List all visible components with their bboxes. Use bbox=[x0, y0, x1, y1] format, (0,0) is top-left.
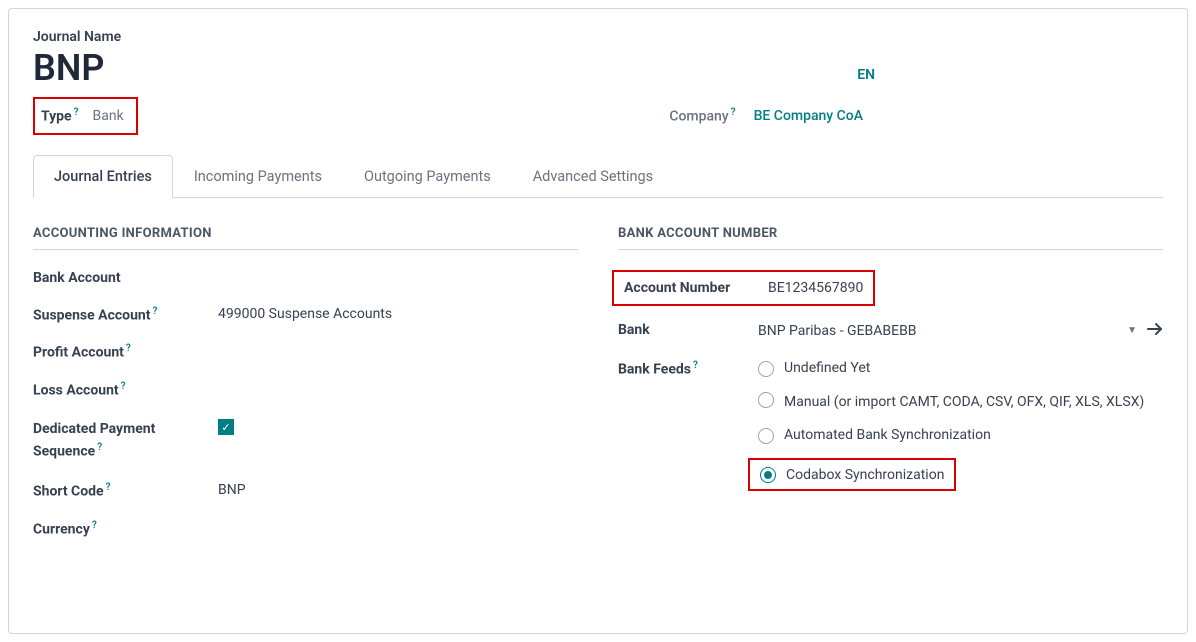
help-icon[interactable]: ? bbox=[693, 360, 698, 371]
type-value[interactable]: Bank bbox=[93, 108, 124, 124]
radio-checked-icon[interactable] bbox=[760, 467, 776, 483]
tab-journal-entries[interactable]: Journal Entries bbox=[33, 155, 173, 198]
help-icon[interactable]: ? bbox=[153, 306, 158, 317]
language-button[interactable]: EN bbox=[857, 67, 875, 83]
bank-row: Bank BNP Paribas - GEBABEBB ▼ bbox=[618, 322, 1163, 340]
radio-label: Automated Bank Synchronization bbox=[784, 427, 991, 443]
suspense-account-value[interactable]: 499000 Suspense Accounts bbox=[218, 306, 392, 322]
account-number-label: Account Number bbox=[624, 280, 768, 296]
radio-icon[interactable] bbox=[758, 392, 774, 408]
journal-name-label: Journal Name bbox=[33, 29, 121, 45]
bank-account-number-title: BANK ACCOUNT NUMBER bbox=[618, 226, 1163, 250]
tab-outgoing-payments[interactable]: Outgoing Payments bbox=[343, 155, 512, 198]
radio-label: Undefined Yet bbox=[784, 360, 870, 376]
profit-account-row: Profit Account? bbox=[33, 343, 578, 361]
radio-codabox-highlight: Codabox Synchronization bbox=[758, 458, 1163, 491]
journal-form: Journal Name BNP EN Type? Bank Company? … bbox=[8, 8, 1188, 634]
loss-account-row: Loss Account? bbox=[33, 381, 578, 399]
journal-name-block: Journal Name BNP bbox=[33, 29, 121, 97]
type-label: Type? bbox=[41, 107, 79, 125]
radio-icon[interactable] bbox=[758, 428, 774, 444]
bank-select[interactable]: BNP Paribas - GEBABEBB ▼ bbox=[758, 322, 1163, 340]
bank-account-label: Bank Account bbox=[33, 270, 218, 286]
suspense-account-label: Suspense Account? bbox=[33, 306, 218, 324]
tabs: Journal Entries Incoming Payments Outgoi… bbox=[33, 155, 1163, 198]
help-icon[interactable]: ? bbox=[106, 482, 111, 493]
short-code-label: Short Code? bbox=[33, 482, 218, 500]
type-field-highlight: Type? Bank bbox=[33, 97, 138, 135]
currency-row: Currency? bbox=[33, 520, 578, 538]
suspense-account-row: Suspense Account? 499000 Suspense Accoun… bbox=[33, 306, 578, 324]
bank-account-row: Bank Account bbox=[33, 270, 578, 286]
radio-codabox[interactable]: Codabox Synchronization bbox=[748, 458, 956, 491]
account-number-highlight: Account Number BE1234567890 bbox=[612, 270, 1163, 306]
bank-account-column: BANK ACCOUNT NUMBER Account Number BE123… bbox=[618, 226, 1163, 558]
loss-account-label: Loss Account? bbox=[33, 381, 218, 399]
company-field: Company? BE Company CoA bbox=[669, 107, 863, 125]
radio-label: Codabox Synchronization bbox=[786, 467, 944, 483]
header-row: Journal Name BNP EN bbox=[33, 29, 1163, 97]
arrow-right-icon[interactable] bbox=[1147, 322, 1163, 340]
help-icon[interactable]: ? bbox=[97, 442, 102, 453]
accounting-info-title: ACCOUNTING INFORMATION bbox=[33, 226, 578, 250]
help-icon[interactable]: ? bbox=[92, 520, 97, 531]
dedicated-sequence-row: Dedicated Payment Sequence? ✓ bbox=[33, 419, 578, 463]
currency-label: Currency? bbox=[33, 520, 218, 538]
checkbox-checked-icon[interactable]: ✓ bbox=[218, 419, 234, 435]
bank-value: BNP Paribas - GEBABEBB bbox=[758, 323, 1127, 339]
short-code-value[interactable]: BNP bbox=[218, 482, 246, 498]
help-icon[interactable]: ? bbox=[126, 343, 131, 354]
help-icon[interactable]: ? bbox=[74, 107, 79, 118]
radio-undefined[interactable]: Undefined Yet bbox=[758, 360, 1163, 377]
tab-incoming-payments[interactable]: Incoming Payments bbox=[173, 155, 343, 198]
radio-label: Manual (or import CAMT, CODA, CSV, OFX, … bbox=[784, 391, 1144, 413]
dedicated-sequence-label: Dedicated Payment Sequence? bbox=[33, 419, 218, 463]
type-company-row: Type? Bank Company? BE Company CoA bbox=[33, 97, 1163, 135]
bank-feeds-options: Undefined Yet Manual (or import CAMT, CO… bbox=[758, 360, 1163, 491]
account-number-value[interactable]: BE1234567890 bbox=[768, 280, 863, 296]
profit-account-label: Profit Account? bbox=[33, 343, 218, 361]
radio-icon[interactable] bbox=[758, 361, 774, 377]
bank-feeds-row: Bank Feeds? Undefined Yet Manual (or imp… bbox=[618, 360, 1163, 491]
tab-advanced-settings[interactable]: Advanced Settings bbox=[512, 155, 674, 198]
help-icon[interactable]: ? bbox=[121, 381, 126, 392]
help-icon[interactable]: ? bbox=[731, 107, 736, 118]
accounting-info-column: ACCOUNTING INFORMATION Bank Account Susp… bbox=[33, 226, 578, 558]
radio-automated[interactable]: Automated Bank Synchronization bbox=[758, 427, 1163, 444]
dedicated-sequence-value[interactable]: ✓ bbox=[218, 419, 234, 436]
company-label: Company? bbox=[669, 107, 735, 125]
company-value[interactable]: BE Company CoA bbox=[754, 108, 863, 124]
bank-feeds-label: Bank Feeds? bbox=[618, 360, 758, 378]
caret-down-icon[interactable]: ▼ bbox=[1127, 325, 1137, 336]
short-code-row: Short Code? BNP bbox=[33, 482, 578, 500]
form-columns: ACCOUNTING INFORMATION Bank Account Susp… bbox=[33, 226, 1163, 558]
journal-name-value[interactable]: BNP bbox=[33, 47, 121, 89]
radio-manual[interactable]: Manual (or import CAMT, CODA, CSV, OFX, … bbox=[758, 391, 1163, 413]
bank-label: Bank bbox=[618, 322, 758, 338]
